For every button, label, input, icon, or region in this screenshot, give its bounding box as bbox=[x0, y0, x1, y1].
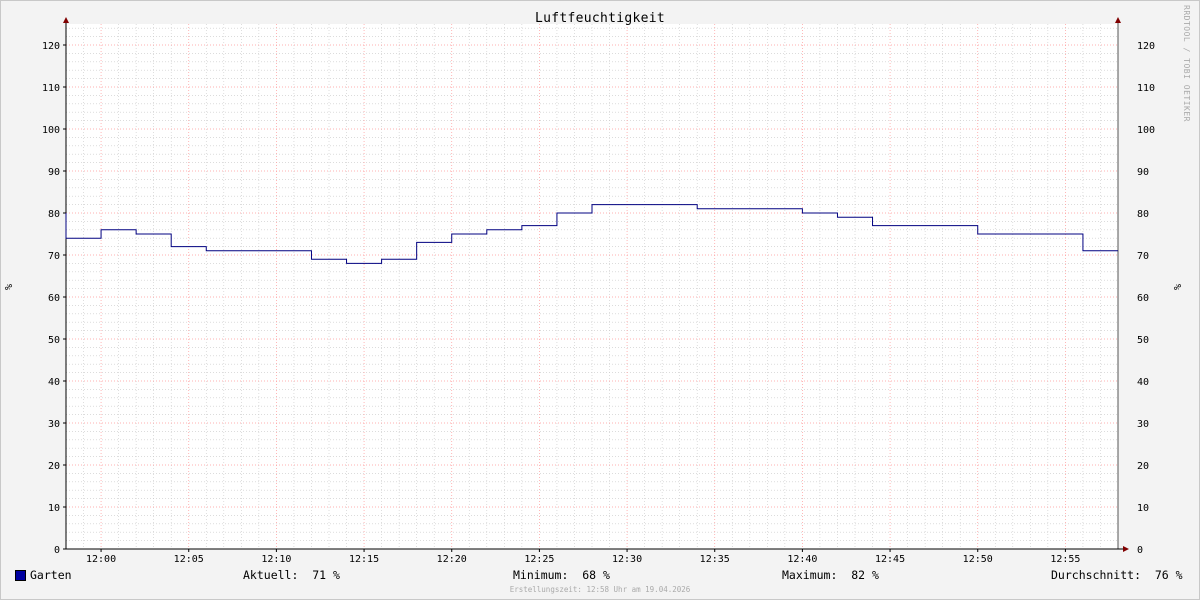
y-tick-label-right: 10 bbox=[1137, 503, 1149, 514]
x-tick-label: 12:45 bbox=[875, 554, 905, 565]
y-tick-label-left: 90 bbox=[48, 167, 60, 178]
x-tick-label: 12:25 bbox=[524, 554, 554, 565]
y-tick-label-right: 90 bbox=[1137, 167, 1149, 178]
y-tick-label-left: 80 bbox=[48, 209, 60, 220]
x-axis-arrow bbox=[1123, 546, 1129, 552]
y-tick-label-right: 50 bbox=[1137, 335, 1149, 346]
y-tick-label-left: 120 bbox=[42, 41, 60, 52]
y-tick-label-right: 100 bbox=[1137, 125, 1155, 136]
y-axis-label-left: % bbox=[4, 284, 15, 290]
x-tick-label: 12:55 bbox=[1050, 554, 1080, 565]
y-axis-label-right: % bbox=[1173, 284, 1184, 290]
y-tick-label-right: 110 bbox=[1137, 83, 1155, 94]
legend-minimum: Minimum: 68 % bbox=[513, 568, 610, 582]
y-tick-label-right: 40 bbox=[1137, 377, 1149, 388]
y-tick-label-right: 80 bbox=[1137, 209, 1149, 220]
y-tick-label-left: 30 bbox=[48, 419, 60, 430]
footer-timestamp: Erstellungszeit: 12:58 Uhr am 19.04.2026 bbox=[509, 585, 691, 594]
y-tick-label-right: 20 bbox=[1137, 461, 1149, 472]
y-tick-label-right: 70 bbox=[1137, 251, 1149, 262]
legend-current: Aktuell: 71 % bbox=[243, 568, 340, 582]
y-tick-label-left: 50 bbox=[48, 335, 60, 346]
x-tick-label: 12:40 bbox=[787, 554, 817, 565]
y-tick-label-left: 20 bbox=[48, 461, 60, 472]
chart-title: Luftfeuchtigkeit bbox=[534, 11, 666, 26]
x-tick-label: 12:35 bbox=[700, 554, 730, 565]
x-tick-label: 12:00 bbox=[86, 554, 116, 565]
y-tick-label-left: 0 bbox=[54, 545, 60, 556]
y-tick-label-left: 40 bbox=[48, 377, 60, 388]
x-tick-label: 12:30 bbox=[612, 554, 642, 565]
y-tick-label-left: 60 bbox=[48, 293, 60, 304]
y-tick-label-right: 30 bbox=[1137, 419, 1149, 430]
y-tick-label-left: 110 bbox=[42, 83, 60, 94]
legend-average: Durchschnitt: 76 % bbox=[1051, 568, 1183, 582]
y-tick-label-right: 60 bbox=[1137, 293, 1149, 304]
y-tick-label-left: 10 bbox=[48, 503, 60, 514]
y-tick-label-right: 0 bbox=[1137, 545, 1143, 556]
legend: Garten Aktuell: 71 % Minimum: 68 % Maxim… bbox=[0, 568, 1200, 584]
legend-series-name: Garten bbox=[30, 568, 72, 582]
x-tick-label: 12:50 bbox=[963, 554, 993, 565]
y-tick-label-left: 100 bbox=[42, 125, 60, 136]
x-tick-label: 12:05 bbox=[174, 554, 204, 565]
watermark: RRDTOOL / TOBI OETIKER bbox=[1182, 5, 1191, 122]
x-tick-label: 12:10 bbox=[261, 554, 291, 565]
y-tick-label-right: 120 bbox=[1137, 41, 1155, 52]
y-tick-label-left: 70 bbox=[48, 251, 60, 262]
legend-maximum: Maximum: 82 % bbox=[782, 568, 879, 582]
chart-plot: 0 0 10 10 20 20 30 30 40 40 50 50 60 60 70 70 80 80 90 90 10… bbox=[4, 17, 1184, 565]
x-tick-label: 12:20 bbox=[437, 554, 467, 565]
x-tick-label: 12:15 bbox=[349, 554, 379, 565]
